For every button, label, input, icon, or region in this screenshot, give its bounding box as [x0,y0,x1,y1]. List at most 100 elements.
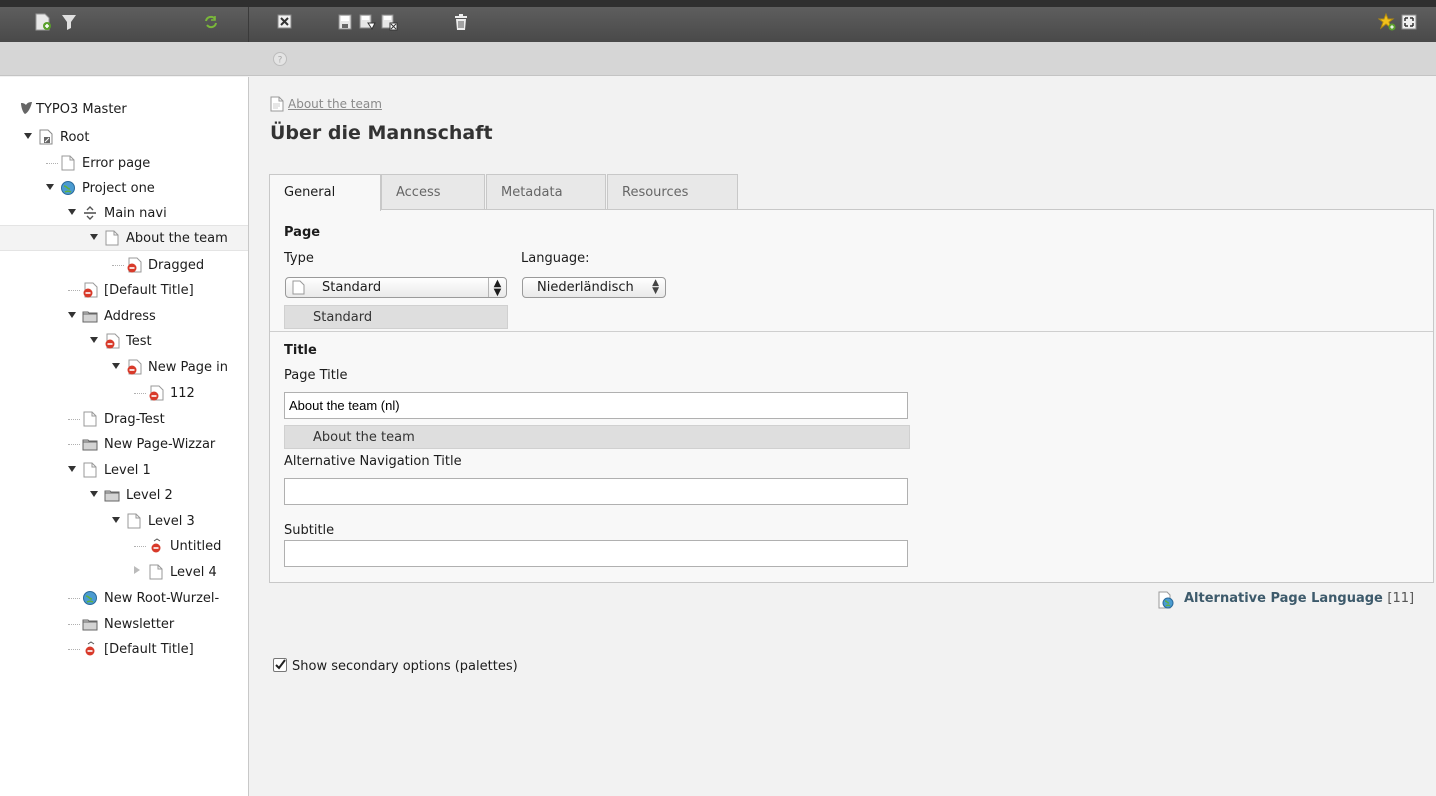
collapse-arrow-icon[interactable] [90,234,98,240]
tree-node-label[interactable]: Level 4 [170,565,217,580]
bookmark-star-icon[interactable] [1378,13,1396,31]
page-icon[interactable] [60,155,76,171]
alternative-page-language-link[interactable]: Alternative Page Language [11] [1184,591,1414,606]
tab-resources[interactable]: Resources [607,174,738,210]
save-icon[interactable] [336,13,354,31]
tree-node[interactable]: Level 2 [0,483,248,509]
tree-node-label[interactable]: Root [60,130,89,145]
tree-node-label[interactable]: Drag-Test [104,412,165,427]
tree-node-label[interactable]: Dragged [148,258,204,273]
tree-node[interactable]: Test [0,329,248,355]
page-icon[interactable] [104,230,120,246]
tree-node-label[interactable]: Address [104,309,156,324]
folder-icon[interactable] [104,487,120,503]
tree-node[interactable]: Level 1 [0,458,248,484]
page-icon[interactable] [126,513,142,529]
collapse-arrow-icon[interactable] [46,184,54,190]
folder-icon[interactable] [82,436,98,452]
separator-icon[interactable] [82,205,98,221]
filter-icon[interactable] [60,13,78,31]
refresh-icon[interactable] [202,13,220,31]
tree-node[interactable]: Drag-Test [0,407,248,433]
subtitle-input[interactable] [284,540,908,567]
tree-node-label[interactable]: Error page [82,156,150,171]
tree-node-label[interactable]: New Root-Wurzel- [104,591,219,606]
tree-node[interactable]: Newsletter [0,612,248,638]
collapse-arrow-icon[interactable] [90,337,98,343]
tree-node-label[interactable]: Test [126,334,152,349]
tree-node-label[interactable]: New Page-Wizzar [104,437,215,452]
tree-node-label[interactable]: Level 1 [104,463,151,478]
tree-node[interactable]: New Page-Wizzar [0,432,248,458]
tree-node[interactable]: Untitled [0,534,248,560]
tree-node-label[interactable]: Main navi [104,206,167,221]
hidden-page-icon[interactable] [148,385,164,401]
save-view-icon[interactable] [358,13,376,31]
tree-node[interactable]: Level 4 [0,560,248,586]
tree-node-label[interactable]: [Default Title] [104,642,194,657]
delete-icon[interactable] [452,13,470,31]
root-page-icon[interactable] [38,129,54,145]
tree-node[interactable]: About the team [0,225,248,251]
tree-node[interactable]: Address [0,304,248,330]
help-icon[interactable]: ? [272,51,288,71]
hidden-separator-icon[interactable] [148,538,164,554]
tab-access[interactable]: Access [381,174,485,210]
breadcrumb[interactable]: About the team [288,97,382,111]
page-icon[interactable] [82,462,98,478]
tree-node[interactable]: [Default Title] [0,278,248,304]
tree-node-label[interactable]: Level 3 [148,514,195,529]
tree-node-label[interactable]: 112 [170,386,195,401]
hidden-page-icon[interactable] [126,257,142,273]
tree-node-label[interactable]: [Default Title] [104,283,194,298]
collapse-arrow-icon[interactable] [68,209,76,215]
tree-node-label[interactable]: Level 2 [126,488,173,503]
tree-node[interactable]: Error page [0,151,248,177]
collapse-arrow-icon[interactable] [112,517,120,523]
collapse-arrow-icon[interactable] [90,491,98,497]
folder-icon[interactable] [82,308,98,324]
tab-general[interactable]: General [269,174,381,211]
tree-node[interactable]: Root [0,125,248,151]
type-select[interactable]: Standard ▲ ▼ [285,277,507,298]
save-close-icon[interactable] [380,13,398,31]
expand-arrow-icon[interactable] [134,566,140,574]
tree-node[interactable]: Dragged [0,253,248,279]
folder-icon[interactable] [82,616,98,632]
tab-metadata[interactable]: Metadata [486,174,606,210]
secondary-options-label[interactable]: Show secondary options (palettes) [292,659,518,674]
language-select[interactable]: Niederländisch ▲ ▼ [522,277,666,298]
fullscreen-icon[interactable] [1400,13,1418,31]
collapse-arrow-icon[interactable] [68,312,76,318]
tree-node[interactable]: New Root-Wurzel- [0,586,248,612]
globe-icon[interactable] [82,590,98,606]
tree-node-label[interactable]: Project one [82,181,155,196]
page-icon [270,96,284,116]
collapse-arrow-icon[interactable] [24,133,32,139]
tree-node[interactable]: Level 3 [0,509,248,535]
new-page-icon[interactable] [34,13,52,31]
hidden-page-icon[interactable] [82,282,98,298]
tree-root-label[interactable]: TYPO3 Master [36,102,127,117]
hidden-separator-icon[interactable] [82,641,98,657]
secondary-options-checkbox[interactable] [273,658,287,672]
tree-node[interactable]: 112 [0,381,248,407]
nav-title-input[interactable] [284,478,908,505]
tree-node-label[interactable]: Newsletter [104,617,174,632]
hidden-page-icon[interactable] [126,359,142,375]
page-icon[interactable] [148,564,164,580]
tree-node[interactable]: Main navi [0,201,248,227]
collapse-arrow-icon[interactable] [112,363,120,369]
tree-node-label[interactable]: About the team [126,231,228,246]
page-title-input[interactable] [284,392,908,419]
tree-node-label[interactable]: New Page in [148,360,228,375]
hidden-page-icon[interactable] [104,333,120,349]
tree-node[interactable]: Project one [0,176,248,202]
tree-node-label[interactable]: Untitled [170,539,221,554]
collapse-arrow-icon[interactable] [68,466,76,472]
globe-icon[interactable] [60,180,76,196]
close-doc-icon[interactable] [276,13,294,31]
tree-node[interactable]: New Page in [0,355,248,381]
tree-node[interactable]: [Default Title] [0,637,248,663]
page-icon[interactable] [82,411,98,427]
